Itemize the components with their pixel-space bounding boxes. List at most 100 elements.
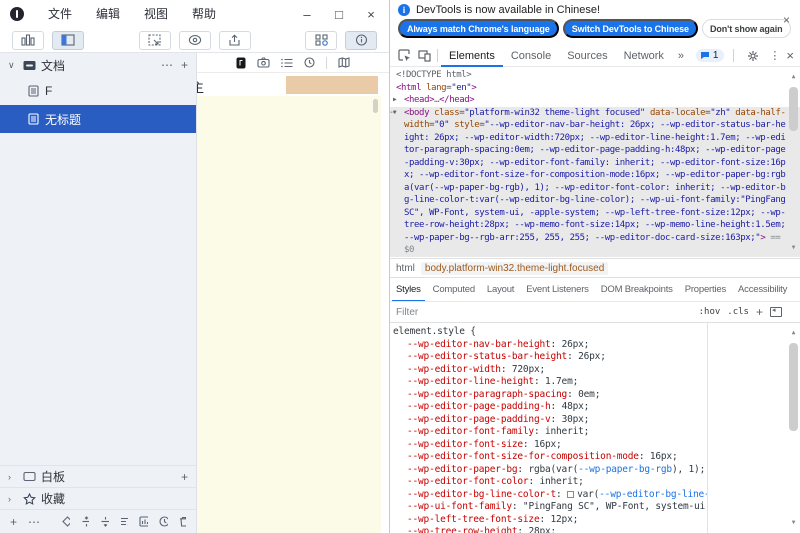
css-property-row[interactable]: --wp-editor-page-padding-h: 48px; (393, 401, 707, 414)
chevron-right-icon[interactable]: › (8, 494, 18, 504)
inspect-element-button[interactable] (394, 46, 414, 66)
css-var-link[interactable]: --wp-editor-bg-line-color (599, 489, 707, 500)
layout-pane-icon[interactable] (770, 307, 782, 317)
dom-tree-row-root-div-element[interactable]: ▶<div id="root">…</div> (390, 257, 786, 259)
styles-tab-accessibility[interactable]: Accessibility (734, 278, 791, 302)
css-property-row[interactable]: --wp-editor-line-height: 1.7em; (393, 376, 707, 389)
note-title-row[interactable]: 主 (197, 73, 389, 96)
scrollbar-thumb[interactable] (789, 343, 798, 431)
map-icon[interactable] (338, 57, 350, 68)
chevron-down-icon[interactable]: ∨ (8, 60, 18, 71)
styles-tab-computed[interactable]: Computed (429, 278, 479, 302)
apps-grid-button[interactable] (305, 31, 337, 50)
css-property-name[interactable]: --wp-tree-row-height (407, 526, 517, 533)
menu-item-3[interactable]: 帮助 (180, 7, 228, 21)
css-property-name[interactable]: --wp-editor-page-padding-v (407, 414, 551, 425)
class-toggle[interactable]: .cls (727, 307, 749, 317)
tab-network[interactable]: Network (616, 45, 672, 67)
close-button[interactable]: × (363, 7, 379, 22)
dom-tree-row-head-element[interactable]: ▶<head>…</head> (390, 94, 786, 107)
pseudo-state-toggle[interactable]: :hov (699, 307, 721, 317)
camera-icon[interactable] (257, 57, 270, 68)
note-paper[interactable] (197, 96, 381, 533)
banner-button-2[interactable]: Don't show again (702, 19, 791, 38)
history-clock-icon[interactable] (304, 57, 315, 68)
sort-icon[interactable] (120, 516, 129, 527)
whiteboard-add-button[interactable]: + (181, 470, 188, 484)
css-property-row[interactable]: --wp-editor-width: 720px; (393, 364, 707, 377)
banner-button-1[interactable]: Switch DevTools to Chinese (563, 19, 698, 38)
dom-tree-row-doctype[interactable]: <!DOCTYPE html> (390, 69, 786, 82)
maximize-button[interactable]: □ (331, 7, 347, 22)
collapse-arrow-icon[interactable]: ▶ (401, 257, 405, 259)
pen-badge-icon[interactable] (236, 57, 246, 69)
menu-item-1[interactable]: 编辑 (84, 7, 132, 21)
console-messages-badge[interactable]: 1 (696, 49, 725, 62)
sidebar-section-documents[interactable]: ∨ 文档 ⋯ + (0, 53, 196, 77)
css-var-link[interactable]: --wp-paper-bg-rgb (578, 464, 672, 475)
outline-list-icon[interactable] (281, 58, 293, 68)
css-property-name[interactable]: --wp-editor-font-size-for-composition-mo… (407, 451, 639, 462)
css-property-name[interactable]: --wp-editor-bg-line-color-t (407, 489, 556, 500)
dom-tree-row-html-open-tag[interactable]: <html lang="en"> (390, 82, 786, 95)
styles-tab-dom-breakpoints[interactable]: DOM Breakpoints (597, 278, 677, 302)
tab-console[interactable]: Console (503, 45, 559, 67)
document-item-1[interactable]: 无标题 (0, 105, 196, 133)
css-property-name[interactable]: --wp-editor-width (407, 364, 501, 375)
sidebar-section-favorites[interactable]: › 收藏 (0, 487, 196, 509)
privacy-button[interactable] (179, 31, 211, 50)
css-property-row[interactable]: --wp-editor-font-size: 16px; (393, 439, 707, 452)
settings-button[interactable] (743, 46, 763, 66)
menu-item-0[interactable]: 文件 (36, 7, 84, 21)
sidebar-section-whiteboard[interactable]: › 白板 + (0, 465, 196, 487)
styles-tab-event-listeners[interactable]: Event Listeners (522, 278, 592, 302)
styles-tab-layout[interactable]: Layout (483, 278, 518, 302)
styles-scrollbar[interactable]: ▲ ▼ (787, 323, 800, 533)
css-property-name[interactable]: --wp-editor-line-height (407, 376, 534, 387)
share-button[interactable] (219, 31, 251, 50)
expand-arrow-icon[interactable]: ▼ (393, 107, 397, 120)
breadcrumb-body[interactable]: body.platform-win32.theme-light.focused (421, 262, 608, 275)
new-style-rule-button[interactable]: + (756, 305, 763, 319)
document-item-0[interactable]: F (0, 77, 196, 105)
more-tabs-button[interactable]: » (672, 50, 690, 62)
css-property-row[interactable]: --wp-editor-font-family: inherit; (393, 426, 707, 439)
more-actions-button[interactable]: ⋯ (28, 515, 40, 529)
tab-sources[interactable]: Sources (559, 45, 615, 67)
screenshot-button[interactable] (139, 31, 171, 50)
css-property-name[interactable]: --wp-editor-nav-bar-height (407, 339, 551, 350)
kebab-menu-button[interactable]: ⋮ (769, 49, 780, 62)
css-property-row[interactable]: --wp-editor-paragraph-spacing: 0em; (393, 389, 707, 402)
elements-scrollbar[interactable]: ▲ ▼ (787, 67, 800, 258)
documents-more-button[interactable]: ⋯ (161, 58, 173, 72)
breadcrumb-html[interactable]: html (396, 263, 415, 274)
css-property-row[interactable]: --wp-ui-font-family: "PingFang SC", WP-F… (393, 501, 707, 514)
banner-close-icon[interactable]: × (783, 13, 790, 27)
rule-selector[interactable]: element.style { (393, 326, 800, 339)
scrollbar-thumb[interactable] (789, 87, 798, 131)
stats-button[interactable] (12, 31, 44, 50)
scroll-up-icon[interactable]: ▲ (792, 327, 796, 340)
css-property-name[interactable]: --wp-ui-font-family (407, 501, 512, 512)
css-property-name[interactable]: --wp-editor-font-size (407, 439, 523, 450)
styles-tab-styles[interactable]: Styles (392, 278, 425, 302)
dom-tree-row-body-element[interactable]: ⋯▼<body class="platform-win32 theme-ligh… (390, 107, 800, 257)
tab-elements[interactable]: Elements (441, 45, 503, 67)
css-property-name[interactable]: --wp-left-tree-font-size (407, 514, 539, 525)
css-property-row[interactable]: --wp-editor-font-size-for-composition-mo… (393, 451, 707, 464)
device-toolbar-button[interactable] (414, 46, 434, 66)
new-item-button[interactable]: + (10, 515, 17, 529)
editor-scrollbar-thumb[interactable] (373, 99, 378, 113)
css-property-row[interactable]: --wp-editor-nav-bar-height: 26px; (393, 339, 707, 352)
color-swatch[interactable] (567, 491, 574, 498)
css-property-name[interactable]: --wp-editor-page-padding-h (407, 401, 551, 412)
trash-icon[interactable] (179, 516, 186, 527)
styles-tab-properties[interactable]: Properties (681, 278, 730, 302)
css-property-name[interactable]: --wp-editor-font-color (407, 476, 528, 487)
minimize-button[interactable]: – (299, 7, 315, 22)
collapse-arrow-icon[interactable]: ▶ (393, 94, 397, 107)
history-icon[interactable] (159, 516, 167, 527)
css-property-row[interactable]: --wp-editor-bg-line-color-t: var(--wp-ed… (393, 489, 707, 502)
css-property-row[interactable]: --wp-left-tree-font-size: 12px; (393, 514, 707, 527)
chevron-right-icon[interactable]: › (8, 472, 18, 482)
